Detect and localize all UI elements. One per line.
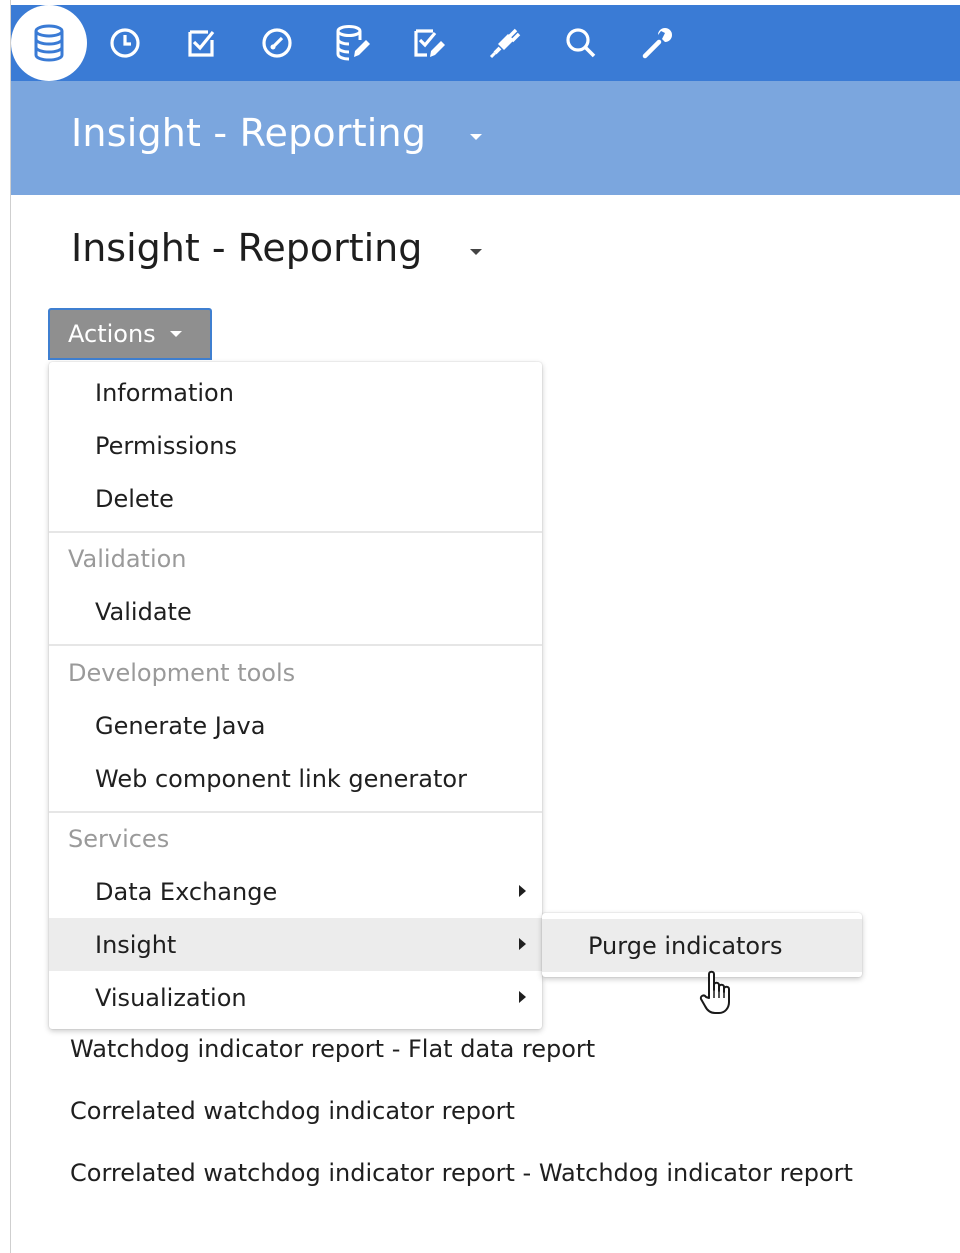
- database-icon[interactable]: [11, 5, 87, 81]
- wrench-icon[interactable]: [619, 5, 695, 81]
- actions-button[interactable]: Actions: [48, 308, 212, 360]
- submenu-arrow-icon: [519, 938, 526, 950]
- menu-item-insight[interactable]: Insight: [49, 918, 542, 971]
- menu-item-permissions[interactable]: Permissions: [49, 419, 542, 472]
- database-edit-icon[interactable]: [315, 5, 391, 81]
- search-icon[interactable]: [543, 5, 619, 81]
- menu-header-services: Services: [68, 824, 170, 853]
- menu-item-data-exchange[interactable]: Data Exchange: [49, 865, 542, 918]
- menu-item-generate-java[interactable]: Generate Java: [49, 699, 542, 752]
- caret-down-icon: [169, 331, 182, 337]
- report-link[interactable]: Correlated watchdog indicator report: [70, 1097, 515, 1125]
- page-title: Insight - Reporting: [71, 226, 423, 270]
- menu-item-web-component-link-generator[interactable]: Web component link generator: [49, 752, 542, 805]
- menu-item-label: Data Exchange: [95, 877, 278, 906]
- submenu-item-purge-indicators[interactable]: Purge indicators: [542, 919, 862, 972]
- top-toolbar: [11, 5, 960, 81]
- menu-item-delete[interactable]: Delete: [49, 472, 542, 525]
- actions-button-label: Actions: [68, 320, 156, 348]
- report-link[interactable]: Watchdog indicator report - Flat data re…: [70, 1035, 595, 1063]
- report-link[interactable]: Correlated watchdog indicator report - W…: [70, 1159, 853, 1187]
- menu-item-label: Visualization: [95, 983, 247, 1012]
- plug-icon[interactable]: [467, 5, 543, 81]
- app-header-band: Insight - Reporting: [11, 81, 960, 195]
- actions-dropdown-menu: Information Permissions Delete Validatio…: [49, 362, 542, 1029]
- checklist-edit-icon[interactable]: [391, 5, 467, 81]
- menu-item-visualization[interactable]: Visualization: [49, 971, 542, 1024]
- menu-header-development-tools: Development tools: [68, 658, 296, 687]
- page-title-chevron-down-icon[interactable]: [470, 249, 482, 255]
- menu-item-label: Insight: [95, 930, 177, 959]
- gauge-icon[interactable]: [239, 5, 315, 81]
- menu-header-validation: Validation: [68, 544, 187, 573]
- menu-item-information[interactable]: Information: [49, 366, 542, 419]
- submenu-arrow-icon: [519, 885, 526, 897]
- submenu-arrow-icon: [519, 991, 526, 1003]
- header-title: Insight - Reporting: [71, 111, 427, 155]
- checkbox-icon[interactable]: [163, 5, 239, 81]
- hand-pointer-cursor-icon: [699, 970, 730, 1014]
- clock-icon[interactable]: [87, 5, 163, 81]
- header-chevron-down-icon[interactable]: [470, 134, 482, 140]
- menu-item-validate[interactable]: Validate: [49, 585, 542, 638]
